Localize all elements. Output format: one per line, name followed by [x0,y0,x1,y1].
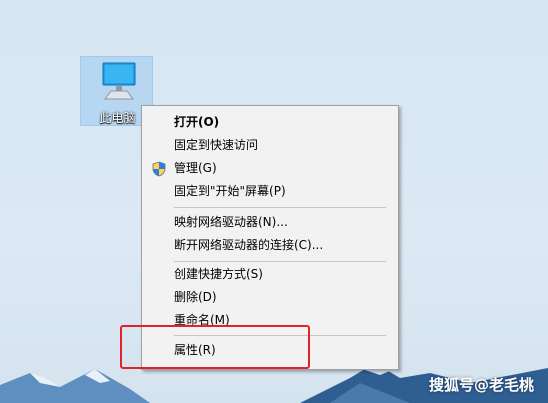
menu-item-create-shortcut[interactable]: 创建快捷方式(S) [142,263,398,286]
menu-item-map-network-drive[interactable]: 映射网络驱动器(N)... [142,211,398,234]
shield-icon [152,161,166,177]
menu-item-disconnect-network-drive[interactable]: 断开网络驱动器的连接(C)... [142,234,398,257]
menu-separator [174,207,386,208]
menu-item-pin-start[interactable]: 固定到"开始"屏幕(P) [142,180,398,203]
menu-item-manage[interactable]: 管理(G) [142,157,398,180]
menu-item-open[interactable]: 打开(O) [142,111,398,134]
menu-separator [174,261,386,262]
watermark-text: 搜狐号@老毛桃 [428,376,534,394]
properties-highlight-box [120,325,310,369]
menu-item-manage-label: 管理(G) [174,161,217,175]
computer-monitor-icon [102,62,136,100]
menu-item-delete[interactable]: 删除(D) [142,286,398,309]
menu-item-pin-quick-access[interactable]: 固定到快速访问 [142,134,398,157]
